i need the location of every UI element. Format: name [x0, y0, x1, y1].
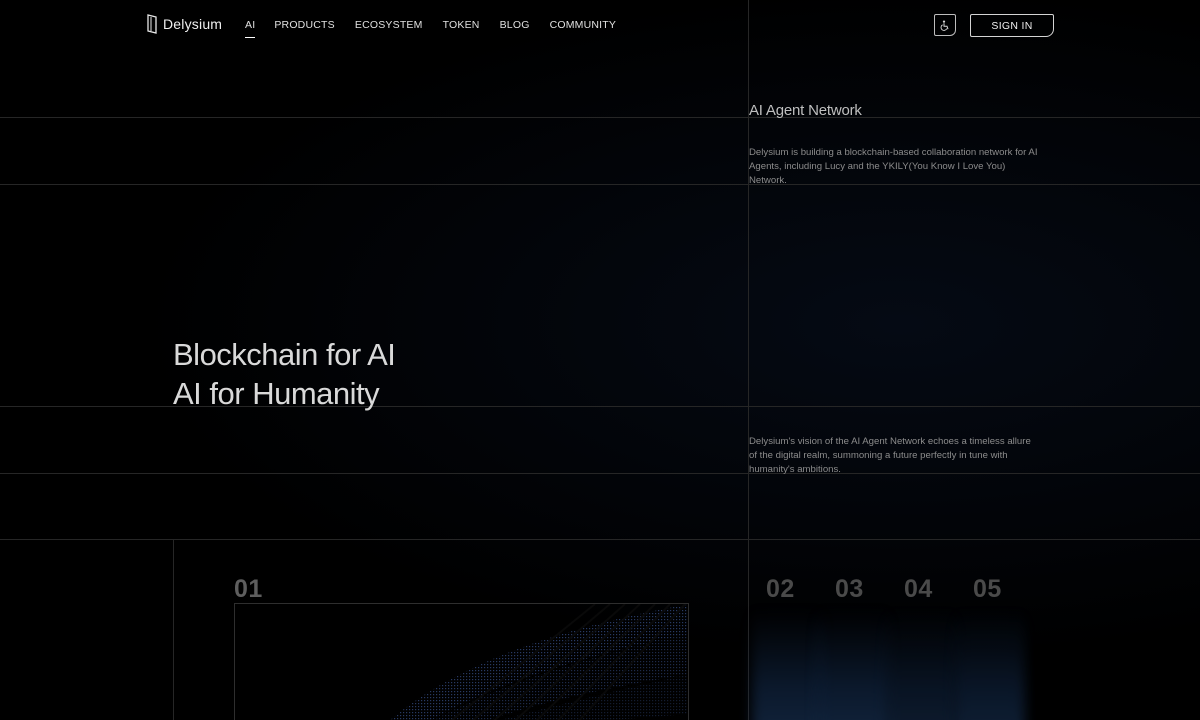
hero-line-1: Blockchain for AI: [173, 337, 396, 372]
nav-item-ecosystem[interactable]: ECOSYSTEM: [355, 19, 423, 31]
section-number-04[interactable]: 04: [904, 575, 933, 604]
glow-panel: [752, 610, 822, 720]
glow-panel: [955, 610, 1025, 720]
vision-paragraph: Delysium's vision of the AI Agent Networ…: [749, 436, 1031, 475]
hero-title: Blockchain for AI AI for Humanity: [173, 335, 396, 413]
nav-item-token[interactable]: TOKEN: [443, 19, 480, 31]
section-number-01[interactable]: 01: [234, 575, 263, 604]
nav-item-community[interactable]: COMMUNITY: [550, 19, 617, 31]
section-number-03[interactable]: 03: [835, 575, 864, 604]
section-number-05[interactable]: 05: [973, 575, 1002, 604]
grid-line: [0, 539, 1200, 540]
main-nav: AI PRODUCTS ECOSYSTEM TOKEN BLOG COMMUNI…: [245, 19, 617, 38]
intro-paragraph: Delysium is building a blockchain-based …: [749, 147, 1038, 186]
nav-item-products[interactable]: PRODUCTS: [274, 19, 335, 31]
nav-item-blog[interactable]: BLOG: [500, 19, 530, 31]
section-heading: AI Agent Network: [749, 102, 862, 119]
ai-visual-frame: [234, 603, 689, 720]
glow-panel: [818, 610, 888, 720]
blockchain-wave-graphic: [390, 604, 688, 720]
sign-in-button[interactable]: SIGN IN: [970, 14, 1054, 37]
grid-line: [0, 117, 1200, 118]
logo[interactable]: Delysium: [146, 14, 222, 34]
nav-item-ai[interactable]: AI: [245, 19, 256, 38]
accessibility-icon: [940, 20, 949, 31]
page: Delysium AI PRODUCTS ECOSYSTEM TOKEN BLO…: [0, 0, 1200, 720]
section-number-02[interactable]: 02: [766, 575, 795, 604]
accessibility-button[interactable]: [934, 14, 956, 36]
grid-line: [173, 540, 174, 720]
delysium-logo-icon: [147, 14, 157, 34]
logo-text: Delysium: [163, 16, 223, 32]
glow-panel: [886, 610, 956, 720]
hero-line-2: AI for Humanity: [173, 376, 380, 411]
